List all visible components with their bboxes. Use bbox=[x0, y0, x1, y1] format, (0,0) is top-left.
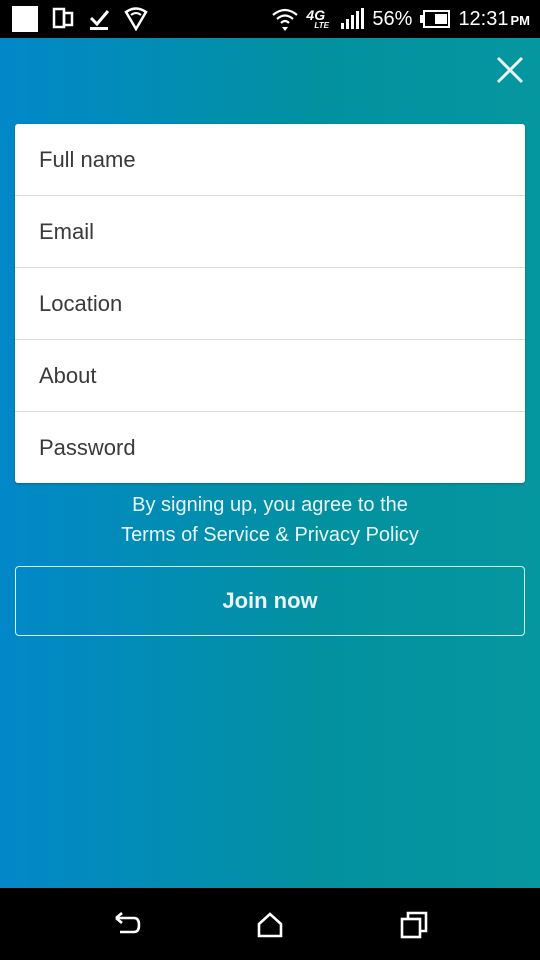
checkmark-download-icon bbox=[88, 7, 110, 31]
join-now-button[interactable]: Join now bbox=[15, 566, 525, 636]
network-4g-icon: 4G LTE bbox=[306, 7, 332, 31]
shield-icon bbox=[124, 7, 148, 31]
clock-ampm: PM bbox=[510, 12, 531, 28]
email-field-row bbox=[15, 196, 525, 268]
navigation-bar bbox=[0, 888, 540, 960]
clock-time: 12:31 bbox=[458, 7, 509, 30]
back-button[interactable] bbox=[112, 910, 142, 940]
full-name-input[interactable] bbox=[39, 124, 525, 195]
password-field-row bbox=[15, 412, 525, 483]
clock: 12:31 PM bbox=[458, 8, 530, 31]
battery-percent: 56% bbox=[372, 7, 413, 30]
back-icon bbox=[115, 912, 141, 934]
full-name-field-row bbox=[15, 124, 525, 196]
email-input[interactable] bbox=[39, 196, 525, 267]
status-bar-left bbox=[12, 6, 148, 32]
home-button[interactable] bbox=[255, 910, 285, 940]
about-field-row bbox=[15, 340, 525, 412]
location-field-row bbox=[15, 268, 525, 340]
home-icon bbox=[257, 912, 283, 938]
signup-screen: By signing up, you agree to the Terms of… bbox=[0, 38, 540, 888]
notification-square-icon bbox=[12, 6, 38, 32]
location-input[interactable] bbox=[39, 268, 525, 339]
recent-apps-button[interactable] bbox=[399, 910, 429, 940]
phone-rotate-icon bbox=[52, 7, 74, 31]
close-icon bbox=[496, 56, 524, 84]
terms-privacy-link[interactable]: Terms of Service & Privacy Policy bbox=[0, 520, 540, 550]
terms-line-1: By signing up, you agree to the bbox=[132, 494, 408, 516]
recent-apps-icon bbox=[400, 911, 428, 939]
signup-form bbox=[15, 124, 525, 483]
close-button[interactable] bbox=[494, 54, 526, 86]
wifi-icon bbox=[272, 7, 299, 31]
signal-icon bbox=[340, 8, 365, 30]
status-bar: 4G LTE 56% 12:31 PM bbox=[0, 0, 540, 38]
password-input[interactable] bbox=[39, 412, 525, 483]
battery-icon bbox=[420, 10, 451, 28]
network-sub-label: LTE bbox=[314, 21, 329, 30]
about-input[interactable] bbox=[39, 340, 525, 411]
terms-notice: By signing up, you agree to the Terms of… bbox=[0, 490, 540, 550]
status-bar-right: 4G LTE 56% 12:31 PM bbox=[272, 6, 530, 32]
